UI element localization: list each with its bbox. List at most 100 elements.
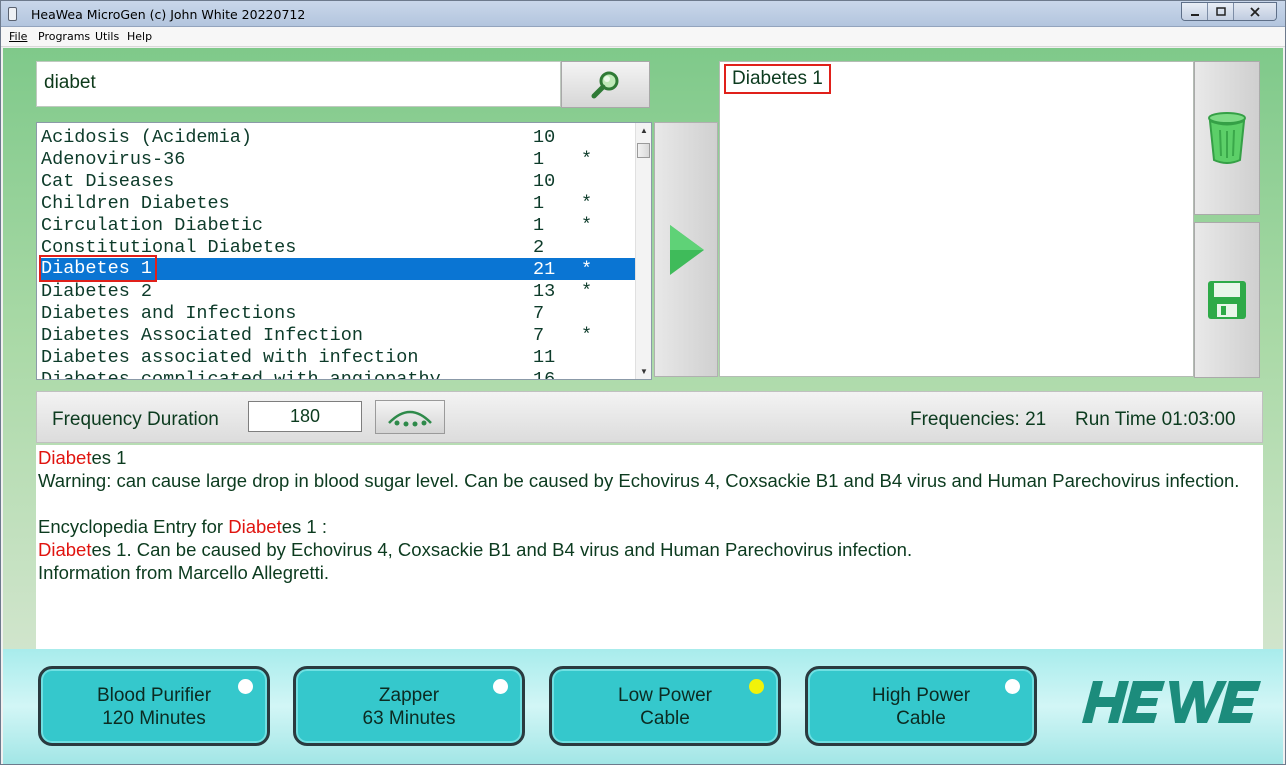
scroll-thumb[interactable] bbox=[637, 143, 650, 158]
search-value: diabet bbox=[44, 72, 96, 93]
list-item-name: Diabetes and Infections bbox=[41, 303, 297, 324]
menu-utils[interactable]: Utils bbox=[95, 30, 119, 43]
program-item[interactable]: Diabetes 1 bbox=[724, 64, 831, 94]
list-item[interactable]: Acidosis (Acidemia) 10 bbox=[39, 126, 635, 148]
search-input[interactable]: diabet bbox=[36, 61, 561, 107]
list-item[interactable]: Children Diabetes 1 * bbox=[39, 192, 635, 214]
hewe-logo bbox=[1082, 681, 1261, 723]
menu-help[interactable]: Help bbox=[127, 30, 152, 43]
menu-bar: File Programs Utils Help bbox=[1, 27, 1285, 47]
button-label-2: 120 Minutes bbox=[102, 708, 206, 729]
list-scrollbar[interactable]: ▲ ▼ bbox=[635, 123, 651, 379]
magnifier-icon bbox=[591, 71, 618, 98]
dotted-arc-icon bbox=[388, 410, 432, 427]
maximize-button[interactable] bbox=[1208, 3, 1234, 20]
list-item-name: Diabetes associated with infection bbox=[41, 347, 419, 368]
list-item-star: * bbox=[581, 325, 593, 346]
program-queue[interactable]: Diabetes 1 bbox=[719, 61, 1194, 377]
frequencies-count: Frequencies: 21 bbox=[910, 409, 1047, 430]
close-button[interactable] bbox=[1234, 3, 1276, 20]
list-item-name: Cat Diseases bbox=[41, 171, 175, 192]
list-item[interactable]: Diabetes 2 13 * bbox=[39, 280, 635, 302]
list-item[interactable]: Cat Diseases 10 bbox=[39, 170, 635, 192]
list-item-count: 10 bbox=[533, 127, 556, 148]
save-icon bbox=[1208, 281, 1246, 319]
high-power-cable-button[interactable]: High Power Cable bbox=[805, 666, 1037, 746]
list-item[interactable]: Diabetes associated with infection 11 bbox=[39, 346, 635, 368]
button-label-1: High Power bbox=[871, 685, 971, 706]
close-icon bbox=[1250, 6, 1260, 17]
list-item[interactable]: Circulation Diabetic 1 * bbox=[39, 214, 635, 236]
device-buttons-area: Blood Purifier 120 Minutes Zapper 63 Min… bbox=[3, 649, 1283, 764]
list-item[interactable]: Diabetes Associated Infection 7 * bbox=[39, 324, 635, 346]
blood-purifier-button[interactable]: Blood Purifier 120 Minutes bbox=[38, 666, 270, 746]
list-item-count: 11 bbox=[533, 347, 556, 368]
info-title: Diabetes 1 bbox=[38, 447, 127, 468]
list-item-count: 1 bbox=[533, 193, 545, 214]
list-item-name: Diabetes complicated with angiopathy bbox=[41, 369, 441, 380]
frequency-duration-label: Frequency Duration bbox=[52, 409, 219, 430]
list-item-count: 21 bbox=[533, 259, 556, 280]
list-item[interactable]: Diabetes complicated with angiopathy 16 bbox=[39, 368, 635, 380]
maximize-icon bbox=[1215, 6, 1226, 16]
encyclopedia-heading: Encyclopedia Entry for Diabetes 1 : bbox=[38, 516, 327, 537]
scroll-up-icon[interactable]: ▲ bbox=[640, 126, 648, 135]
frequency-duration-input[interactable]: 180 bbox=[248, 401, 362, 432]
menu-file[interactable]: File bbox=[9, 30, 27, 43]
run-time: Run Time 01:03:00 bbox=[1075, 409, 1236, 430]
list-item-count: 2 bbox=[533, 237, 545, 258]
list-item-count: 1 bbox=[533, 149, 545, 170]
list-item[interactable]: Diabetes 1 21 * bbox=[39, 255, 635, 282]
list-item[interactable]: Adenovirus-36 1 * bbox=[39, 148, 635, 170]
list-item-count: 7 bbox=[533, 303, 545, 324]
status-led bbox=[749, 679, 764, 694]
list-item-name: Diabetes 1 bbox=[39, 255, 158, 282]
play-arrow-icon bbox=[670, 224, 704, 275]
button-label-2: Cable bbox=[896, 708, 946, 729]
info-warning: Warning: can cause large drop in blood s… bbox=[38, 470, 1240, 491]
list-item-star: * bbox=[581, 193, 593, 214]
list-item-name: Circulation Diabetic bbox=[41, 215, 264, 236]
list-item-name: Adenovirus-36 bbox=[41, 149, 186, 170]
status-led bbox=[238, 679, 253, 694]
trash-icon bbox=[1208, 112, 1246, 164]
title-bar[interactable]: HeaWea MicroGen (c) John White 20220712 bbox=[1, 1, 1285, 27]
list-item-name: Acidosis (Acidemia) bbox=[41, 127, 252, 148]
list-item-count: 1 bbox=[533, 215, 545, 236]
list-item-count: 13 bbox=[533, 281, 556, 302]
app-body: diabet Acidosis (Acidemia) 10 Adenovirus-3… bbox=[3, 48, 1283, 764]
window-controls bbox=[1181, 2, 1277, 21]
list-item-star: * bbox=[581, 149, 593, 170]
list-item-name: Diabetes Associated Infection bbox=[41, 325, 363, 346]
minimize-button[interactable] bbox=[1182, 3, 1208, 20]
button-label-2: Cable bbox=[640, 708, 690, 729]
search-button[interactable] bbox=[561, 61, 650, 108]
list-item-star: * bbox=[581, 215, 593, 236]
low-power-cable-button[interactable]: Low Power Cable bbox=[549, 666, 781, 746]
status-led bbox=[493, 679, 508, 694]
menu-programs[interactable]: Programs bbox=[38, 30, 90, 43]
app-window: HeaWea MicroGen (c) John White 20220712 … bbox=[0, 0, 1286, 765]
scroll-down-icon[interactable]: ▼ bbox=[640, 367, 648, 376]
minimize-icon bbox=[1190, 13, 1199, 16]
list-item-count: 16 bbox=[533, 369, 556, 380]
list-item[interactable]: Diabetes and Infections 7 bbox=[39, 302, 635, 324]
zapper-button[interactable]: Zapper 63 Minutes bbox=[293, 666, 525, 746]
button-label-1: Low Power bbox=[618, 685, 712, 706]
info-source: Information from Marcello Allegretti. bbox=[38, 562, 329, 583]
program-list[interactable]: Acidosis (Acidemia) 10 Adenovirus-36 1 * Cat … bbox=[36, 122, 652, 380]
list-item-star: * bbox=[581, 259, 593, 280]
list-item-name: Children Diabetes bbox=[41, 193, 230, 214]
delete-button[interactable] bbox=[1194, 61, 1260, 215]
button-label-1: Zapper bbox=[378, 685, 440, 706]
status-led bbox=[1005, 679, 1020, 694]
app-icon bbox=[8, 7, 17, 21]
duration-preset-button[interactable] bbox=[375, 400, 445, 434]
button-label-2: 63 Minutes bbox=[362, 708, 456, 729]
encyclopedia-text: Diabetes 1. Can be caused by Echovirus 4… bbox=[38, 539, 913, 560]
info-panel: Diabetes 1 Warning: can cause large drop… bbox=[36, 445, 1263, 649]
save-button[interactable] bbox=[1194, 222, 1260, 378]
add-to-program-button[interactable] bbox=[654, 122, 718, 377]
frequency-bar: Frequency Duration 180 Frequencies: 21 R… bbox=[36, 391, 1263, 443]
window-title: HeaWea MicroGen (c) John White 20220712 bbox=[31, 7, 306, 22]
